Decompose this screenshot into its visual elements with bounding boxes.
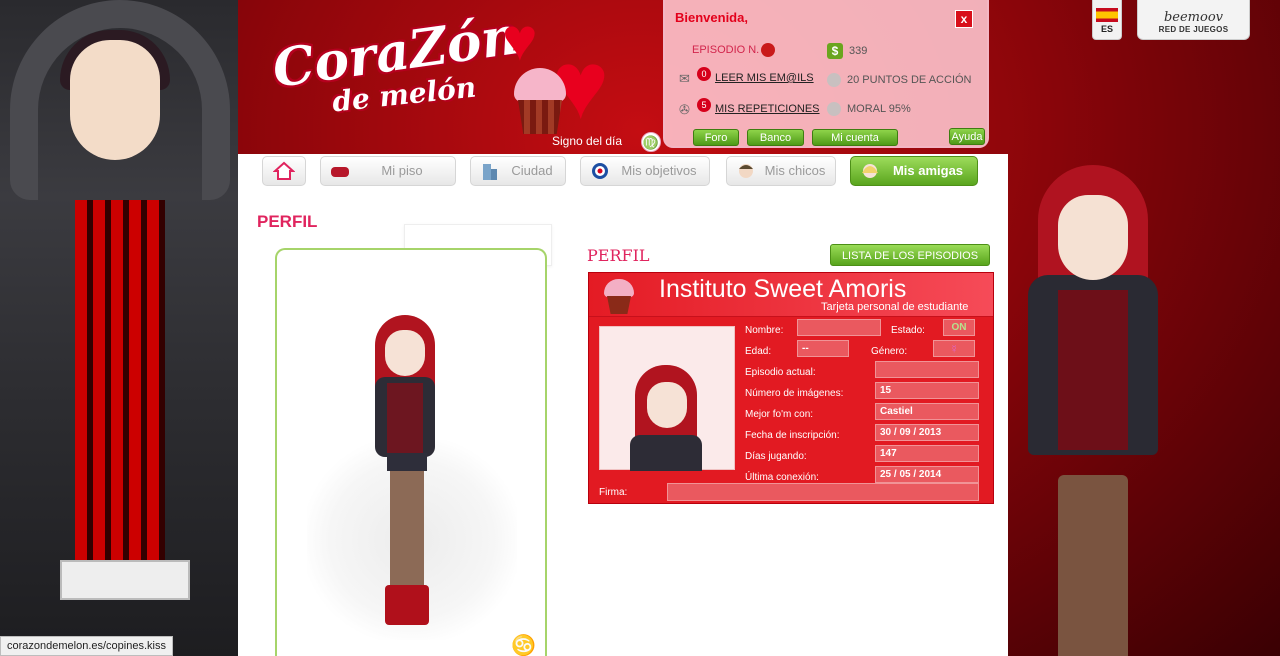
- site-logo[interactable]: CoraZón de melón ♥ ♥: [222, 0, 642, 150]
- episode-badge-icon: [761, 43, 776, 57]
- card-header: Instituto Sweet Amoris Tarjeta personal …: [589, 273, 993, 317]
- days-played-value: 147: [875, 445, 979, 462]
- heart-icon: ♥: [502, 6, 538, 73]
- home-icon: [273, 161, 295, 180]
- welcome-text: Bienvenida,: [675, 10, 748, 25]
- language-selector[interactable]: ES: [1092, 0, 1122, 40]
- images-label: Número de imágenes:: [745, 388, 844, 399]
- best-friend-value: Castiel: [875, 403, 979, 420]
- zodiac-sign-label[interactable]: Signo del día: [552, 134, 622, 148]
- card-subtitle: Tarjeta personal de estudiante: [821, 301, 969, 313]
- city-icon: [483, 164, 497, 180]
- signature-label: Firma:: [599, 487, 628, 498]
- legs-shape: [1058, 475, 1128, 656]
- target-icon: [592, 163, 608, 179]
- last-connection-label: Última conexión:: [745, 472, 819, 483]
- money-value: 339: [849, 44, 868, 57]
- images-value: 15: [875, 382, 979, 399]
- episode-value: [875, 361, 979, 378]
- episodes-list-button[interactable]: LISTA DE LOS EPISODIOS: [830, 244, 990, 266]
- face-shape: [70, 40, 160, 160]
- nav-label: Mi piso: [381, 163, 423, 178]
- left-character-art: [0, 0, 238, 656]
- episode-label: EPISODIO N.: [692, 43, 760, 56]
- name-value: [797, 319, 881, 336]
- envelope-icon: ✉: [679, 71, 690, 86]
- beemoov-subtitle: RED DE JUEGOS: [1158, 25, 1229, 34]
- cupcake-icon: [601, 279, 637, 315]
- bank-button[interactable]: Banco: [747, 129, 804, 146]
- gender-label: Género:: [871, 346, 908, 357]
- moral-avatar-icon: [827, 102, 841, 116]
- boy-face-icon: [739, 164, 753, 178]
- forum-button[interactable]: Foro: [693, 129, 739, 146]
- sofa-icon: [331, 167, 349, 177]
- moral-status: MORAL 95%: [827, 102, 911, 116]
- money-display[interactable]: $339: [827, 43, 867, 59]
- signup-date-label: Fecha de inscripción:: [745, 430, 840, 441]
- player-avatar: [357, 315, 477, 655]
- close-icon[interactable]: x: [955, 10, 973, 28]
- last-connection-value: 25 / 05 / 2014: [875, 466, 979, 483]
- reps-row: ✇ 5 MIS REPETICIONES: [679, 98, 820, 117]
- page-title: PERFIL: [257, 212, 318, 231]
- mail-count-badge: 0: [697, 67, 711, 81]
- episode-label: Episodio actual:: [745, 367, 816, 378]
- face-shape: [1058, 195, 1128, 280]
- female-gender-icon: ☿: [933, 340, 975, 357]
- avatar-panel: ♋: [275, 248, 547, 656]
- days-played-label: Días jugando:: [745, 451, 807, 462]
- nav-mis-objetivos[interactable]: Mis objetivos: [580, 156, 710, 186]
- name-label: Nombre:: [745, 325, 784, 336]
- card-title: Instituto Sweet Amoris: [659, 275, 907, 303]
- state-value: ON: [943, 319, 975, 336]
- action-points-icon: [827, 73, 841, 87]
- beemoov-network-logo[interactable]: beemoov RED DE JUEGOS: [1137, 0, 1250, 40]
- signature-field: [667, 483, 979, 501]
- state-label: Estado:: [891, 325, 925, 336]
- dollar-icon: $: [827, 43, 843, 59]
- signup-date-value: 30 / 09 / 2013: [875, 424, 979, 441]
- age-value: --: [797, 340, 849, 357]
- age-label: Edad:: [745, 346, 772, 357]
- moral-text: MORAL 95%: [847, 102, 911, 115]
- right-character-art: [1008, 155, 1280, 656]
- student-id-card: Instituto Sweet Amoris Tarjeta personal …: [588, 272, 994, 504]
- help-button[interactable]: Ayuda: [949, 128, 985, 145]
- top-shape: [1058, 290, 1128, 450]
- episode-indicator[interactable]: EPISODIO N.: [692, 43, 776, 57]
- beemoov-logo-text: beemoov: [1163, 10, 1224, 25]
- nav-mis-chicos[interactable]: Mis chicos: [726, 156, 836, 186]
- spain-flag-icon: [1096, 8, 1118, 22]
- girl-face-icon: [862, 164, 878, 178]
- welcome-panel: Bienvenida, x EPISODIO N. $339 ✉ 0 LEER MI…: [663, 0, 989, 148]
- student-photo: [599, 326, 735, 471]
- main-content: Mi piso Ciudad Mis objetivos Mis chicos …: [238, 154, 1008, 656]
- cancer-zodiac-icon[interactable]: ♋: [511, 633, 536, 656]
- my-account-button[interactable]: Mi cuenta: [812, 129, 898, 146]
- nav-home[interactable]: [262, 156, 306, 186]
- language-code: ES: [1100, 24, 1113, 34]
- nav-mis-amigas[interactable]: Mis amigas: [850, 156, 978, 186]
- my-repetitions-link[interactable]: MIS REPETICIONES: [715, 103, 820, 115]
- nav-mi-piso[interactable]: Mi piso: [320, 156, 456, 186]
- best-friend-label: Mejor fo'm con:: [745, 409, 814, 420]
- reps-count-badge: 5: [697, 98, 711, 112]
- read-mails-link[interactable]: LEER MIS EM@ILS: [715, 72, 814, 84]
- status-bar-url: corazondemelon.es/copines.kiss: [0, 636, 173, 656]
- film-reel-icon: ✇: [679, 102, 690, 117]
- shirt-shape: [75, 200, 165, 600]
- action-points: 20 PUNTOS DE ACCIÓN: [827, 73, 972, 87]
- virgo-icon[interactable]: ♍: [641, 132, 661, 152]
- belt-shape: [60, 560, 190, 600]
- cupcake-icon: [510, 68, 570, 134]
- mail-row: ✉ 0 LEER MIS EM@ILS: [679, 67, 814, 86]
- profile-section-title: PERFIL: [587, 246, 650, 265]
- action-points-text: 20 PUNTOS DE ACCIÓN: [847, 73, 972, 86]
- nav-ciudad[interactable]: Ciudad: [470, 156, 566, 186]
